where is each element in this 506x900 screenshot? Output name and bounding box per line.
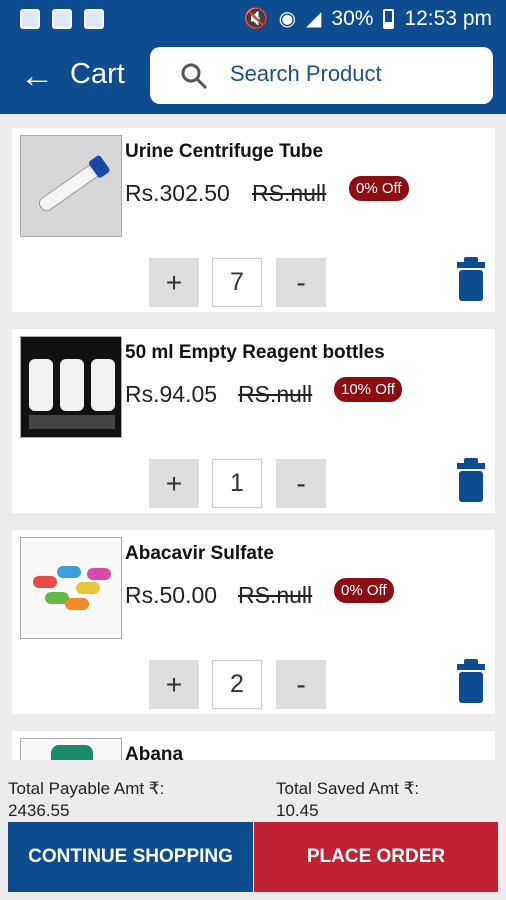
mute-icon: 🔇 [243,8,269,30]
total-saved: Total Saved Amt ₹: 10.45 [276,778,419,822]
product-image[interactable] [20,738,122,760]
decrement-button[interactable]: - [276,459,326,508]
location-icon [84,9,104,29]
discount-badge: 0% Off [334,578,394,603]
notification-icon [20,9,40,29]
product-name[interactable]: Abana [125,744,183,760]
increment-button[interactable]: + [149,258,199,307]
discount-badge: 10% Off [334,377,402,402]
quantity-value: 7 [212,258,262,307]
total-payable: Total Payable Amt ₹: 2436.55 [8,778,164,822]
increment-button[interactable]: + [149,459,199,508]
product-mrp: RS.null [238,582,313,608]
delete-icon[interactable] [457,659,485,703]
battery-icon [383,8,395,29]
page-title: Cart [70,58,125,90]
product-name[interactable]: 50 ml Empty Reagent bottles [125,342,385,364]
totals-bar: Total Payable Amt ₹: 2436.55 Total Saved… [0,760,506,822]
product-price: Rs.302.50 [125,180,230,206]
delete-icon[interactable] [457,458,485,502]
decrement-button[interactable]: - [276,258,326,307]
total-saved-label: Total Saved Amt ₹: [276,779,420,798]
continue-shopping-button[interactable]: CONTINUE SHOPPING [8,822,253,892]
product-mrp: RS.null [238,381,313,407]
app-bar: ← Cart Search Product [0,38,506,114]
product-image[interactable] [20,336,122,438]
cart-item-card: Abana [12,731,495,760]
product-price: Rs.94.05 [125,381,218,407]
back-arrow-icon[interactable]: ← [20,56,60,96]
cart-item-card: Abacavir Sulfate Rs.50.00 RS.null 0% Off… [12,530,495,714]
place-order-button[interactable]: PLACE ORDER [254,822,498,892]
clock: 12:53 pm [404,6,492,30]
product-image[interactable] [20,537,122,639]
gallery-icon [52,9,72,29]
quantity-value: 2 [212,660,262,709]
product-mrp: RS.null [252,180,327,206]
status-bar: 🔇 ◉ ◢ 30% 12:53 pm [0,0,506,38]
cart-item-card: 50 ml Empty Reagent bottles Rs.94.05 RS.… [12,329,495,513]
product-image[interactable] [20,135,122,237]
total-payable-label: Total Payable Amt ₹: [8,779,165,798]
total-payable-value: 2436.55 [8,801,70,820]
product-price: Rs.50.00 [125,582,218,608]
search-box[interactable]: Search Product [150,47,493,104]
wifi-icon: ◉ [278,8,297,30]
cart-list: Urine Centrifuge Tube Rs.302.50 RS.null … [0,114,506,760]
search-input[interactable]: Search Product [230,61,382,87]
product-name[interactable]: Urine Centrifuge Tube [125,141,323,163]
decrement-button[interactable]: - [276,660,326,709]
total-saved-value: 10.45 [276,801,319,820]
discount-badge: 0% Off [349,176,409,201]
signal-icon: ◢ [306,8,322,30]
increment-button[interactable]: + [149,660,199,709]
battery-percent: 30% [331,6,374,30]
cart-item-card: Urine Centrifuge Tube Rs.302.50 RS.null … [12,128,495,312]
search-icon [181,63,208,90]
delete-icon[interactable] [457,257,485,301]
product-name[interactable]: Abacavir Sulfate [125,543,274,565]
quantity-value: 1 [212,459,262,508]
